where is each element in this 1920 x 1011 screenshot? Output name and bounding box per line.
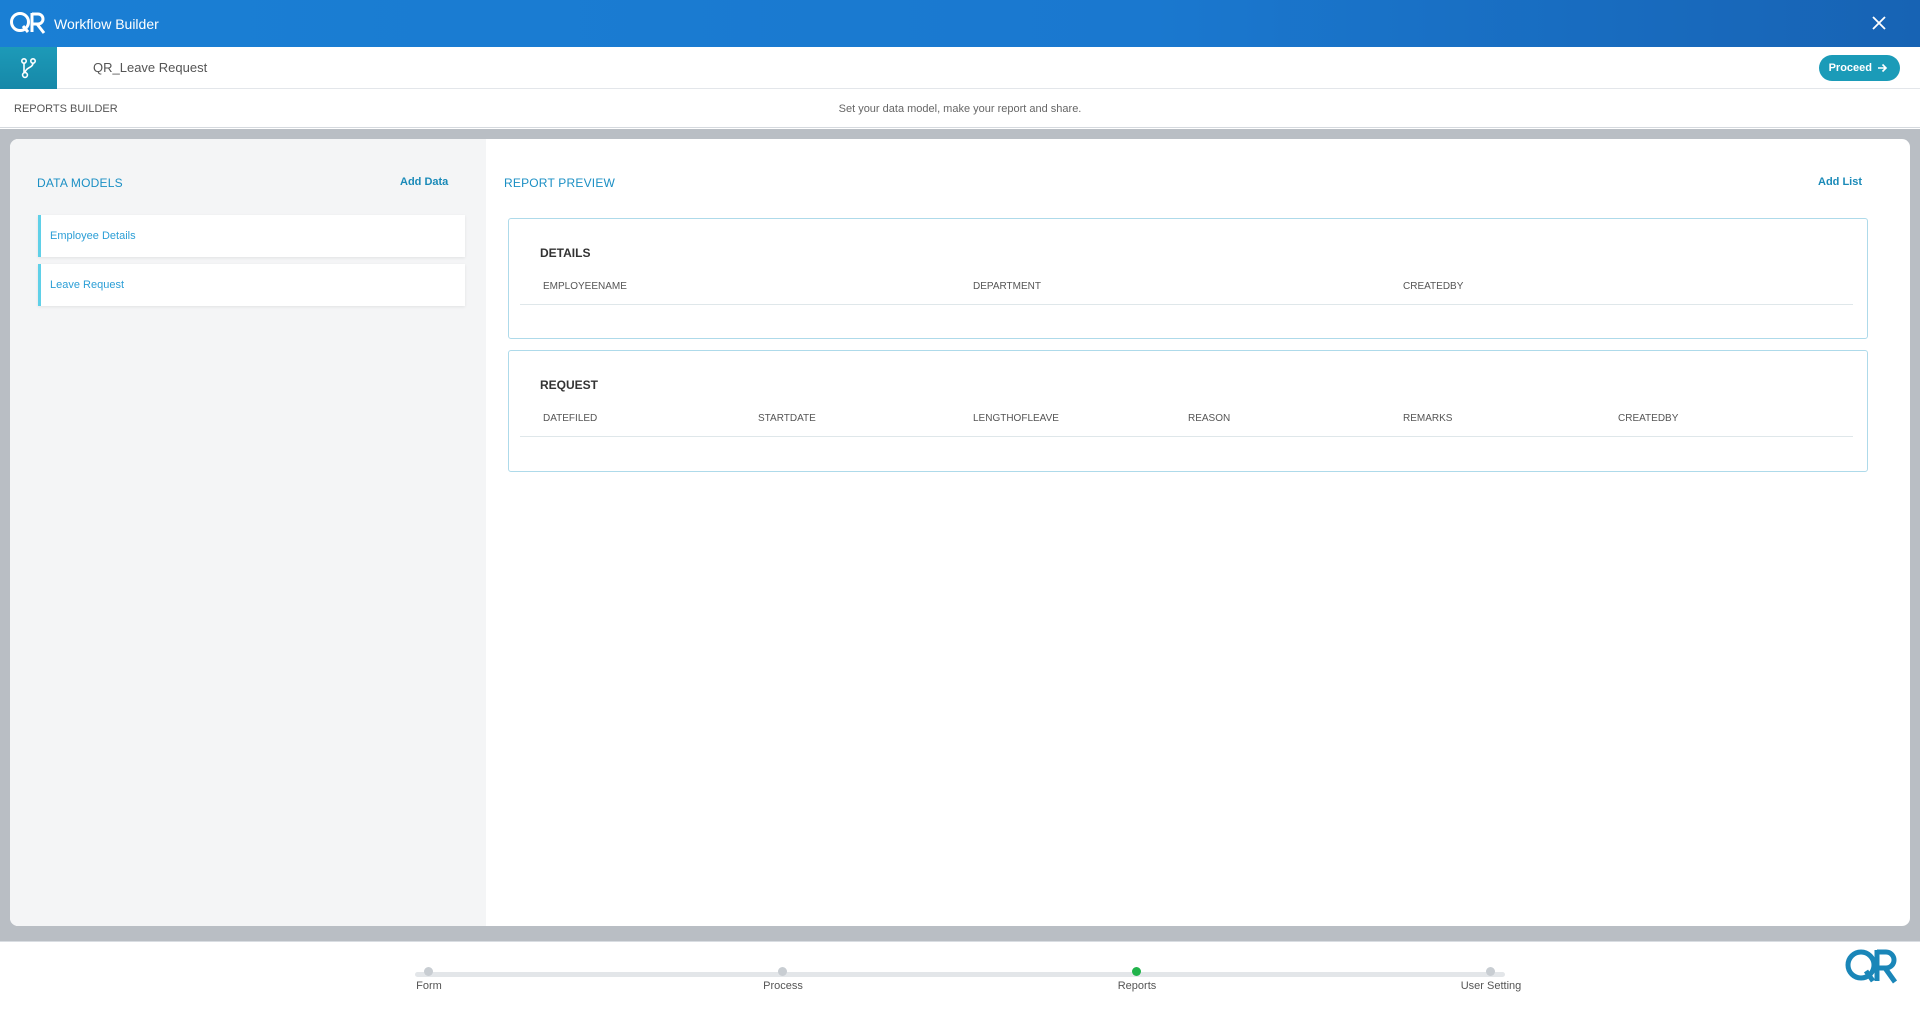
section-header: REPORTS BUILDER Set your data model, mak… bbox=[0, 90, 1920, 128]
form-name: QR_Leave Request bbox=[93, 60, 208, 75]
step-dot-form[interactable] bbox=[424, 967, 433, 976]
column-header: STARTDATE bbox=[758, 413, 816, 424]
column-header: DATEFILED bbox=[543, 413, 598, 424]
qr-logo-icon bbox=[6, 2, 50, 46]
form-header: QR_Leave Request Proceed bbox=[0, 46, 1920, 89]
data-models-title: DATA MODELS bbox=[37, 176, 123, 190]
qr-fab-button[interactable] bbox=[1842, 938, 1900, 996]
report-list-title: REQUEST bbox=[540, 378, 599, 392]
report-list-details[interactable]: DETAILS EMPLOYEENAME DEPARTMENT CREATEDB… bbox=[508, 218, 1868, 339]
app-title: Workflow Builder bbox=[54, 15, 159, 32]
report-preview-title: REPORT PREVIEW bbox=[504, 176, 616, 190]
column-header: DEPARTMENT bbox=[973, 281, 1041, 292]
reports-builder-card: DATA MODELS Add Data Employee Details Le… bbox=[10, 139, 1910, 926]
step-label-form[interactable]: Form bbox=[416, 980, 442, 992]
branch-icon bbox=[20, 57, 36, 78]
report-preview-pane: REPORT PREVIEW Add List DETAILS EMPLOYEE… bbox=[486, 139, 1910, 926]
column-header-row: EMPLOYEENAME DEPARTMENT CREATEDBY bbox=[520, 279, 1853, 305]
data-model-item[interactable]: Leave Request bbox=[38, 264, 465, 306]
report-list-request[interactable]: REQUEST DATEFILED STARTDATE LENGTHOFLEAV… bbox=[508, 350, 1868, 472]
report-list-title: DETAILS bbox=[540, 246, 591, 260]
stepper-track bbox=[415, 972, 1505, 977]
step-label-reports[interactable]: Reports bbox=[1118, 980, 1157, 992]
data-model-item[interactable]: Employee Details bbox=[38, 215, 465, 257]
proceed-label: Proceed bbox=[1828, 62, 1872, 74]
column-header: REASON bbox=[1188, 413, 1231, 424]
close-button[interactable] bbox=[1868, 12, 1890, 34]
title-bar: Workflow Builder bbox=[0, 0, 1920, 47]
column-header: CREATEDBY bbox=[1618, 413, 1679, 424]
step-dot-user-setting[interactable] bbox=[1486, 967, 1495, 976]
workflow-branch-button[interactable] bbox=[0, 46, 57, 89]
qr-fab-icon bbox=[1845, 949, 1898, 984]
step-label-user-setting[interactable]: User Setting bbox=[1461, 980, 1522, 992]
add-list-link[interactable]: Add List bbox=[1818, 176, 1862, 188]
step-label-process[interactable]: Process bbox=[763, 980, 803, 992]
column-header: REMARKS bbox=[1403, 413, 1453, 424]
step-dot-process[interactable] bbox=[778, 967, 787, 976]
column-header-row: DATEFILED STARTDATE LENGTHOFLEAVE REASON… bbox=[520, 411, 1853, 437]
proceed-button[interactable]: Proceed bbox=[1818, 55, 1900, 81]
data-models-pane: DATA MODELS Add Data Employee Details Le… bbox=[10, 139, 486, 926]
column-header: EMPLOYEENAME bbox=[543, 281, 627, 292]
step-dot-reports[interactable] bbox=[1132, 967, 1141, 976]
close-icon bbox=[1872, 16, 1886, 30]
column-header: LENGTHOFLEAVE bbox=[973, 413, 1059, 424]
workflow-stepper: Form Process Reports User Setting bbox=[0, 941, 1920, 1011]
add-data-link[interactable]: Add Data bbox=[400, 176, 448, 188]
column-header: CREATEDBY bbox=[1403, 281, 1464, 292]
arrow-right-icon bbox=[1878, 63, 1888, 73]
section-subtitle: Set your data model, make your report an… bbox=[838, 102, 1082, 115]
